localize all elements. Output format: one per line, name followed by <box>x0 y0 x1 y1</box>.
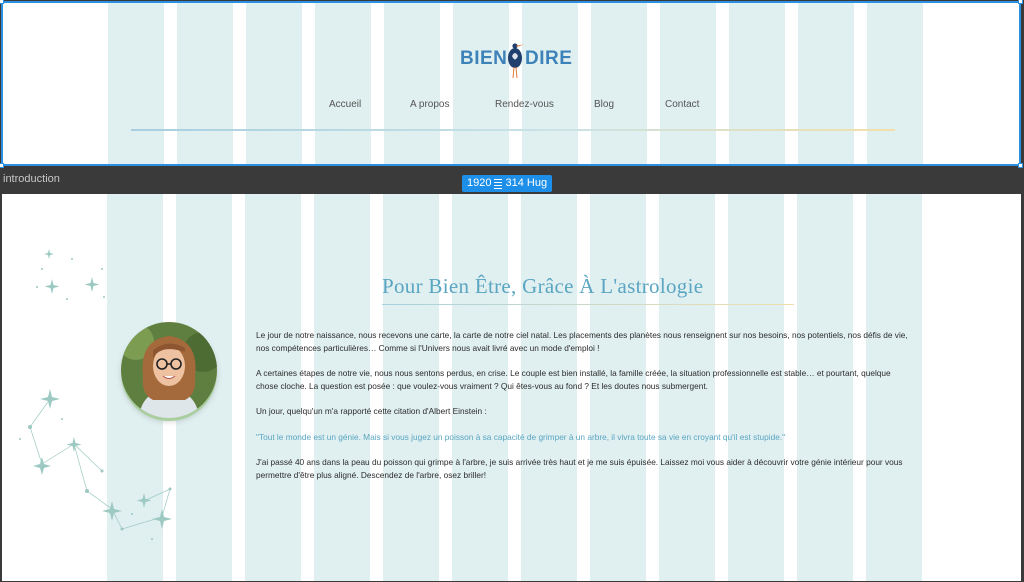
selection-handle-bl[interactable] <box>0 163 4 168</box>
layout-grid <box>108 3 923 164</box>
intro-body: Le jour de notre naissance, nous recevon… <box>256 329 908 494</box>
heron-logo-icon <box>508 43 524 79</box>
size-badge: 1920 314 Hug <box>462 175 553 192</box>
logo-text-bien: BIEN <box>460 48 508 69</box>
selection-handle-tl[interactable] <box>0 0 4 4</box>
intro-title: Pour Bien Être, Grâce À L'astrologie <box>382 274 704 298</box>
intro-paragraph: J'ai passé 40 ans dans la peau du poisso… <box>256 457 903 480</box>
einstein-quote: "Tout le monde est un génie. Mais si vou… <box>256 431 786 442</box>
title-divider <box>382 304 794 305</box>
hug-icon <box>494 178 503 189</box>
frame-label[interactable]: introduction <box>3 173 60 185</box>
size-badge-width: 1920 <box>467 177 492 189</box>
intro-paragraph: Un jour, quelqu'un m'a rapporté cette ci… <box>256 406 487 416</box>
selection-handle-br[interactable] <box>1018 163 1023 168</box>
nav-item-contact[interactable]: Contact <box>665 99 699 110</box>
introduction-frame[interactable]: Pour Bien Être, Grâce À L'astrologie Le … <box>2 194 1021 581</box>
avatar <box>121 322 217 418</box>
selection-handle-tr[interactable] <box>1018 0 1023 4</box>
nav-divider <box>131 129 895 131</box>
intro-paragraph: A certaines étapes de notre vie, nous no… <box>256 368 891 391</box>
intro-paragraph: Le jour de notre naissance, nous recevon… <box>256 330 908 353</box>
nav-item-blog[interactable]: Blog <box>594 99 614 110</box>
site-logo[interactable]: BIEN DIRE <box>457 39 572 83</box>
logo-text-dire: DIRE <box>525 48 573 69</box>
nav-item-rendez-vous[interactable]: Rendez-vous <box>495 99 554 110</box>
design-canvas: BIEN DIRE Accueil A propos Rendez-vous B… <box>0 0 1024 582</box>
portrait-photo <box>121 322 217 418</box>
nav-item-a-propos[interactable]: A propos <box>410 99 449 110</box>
size-badge-height: 314 Hug <box>505 177 548 189</box>
header-frame[interactable]: BIEN DIRE Accueil A propos Rendez-vous B… <box>1 1 1021 166</box>
nav-item-accueil[interactable]: Accueil <box>329 99 361 110</box>
